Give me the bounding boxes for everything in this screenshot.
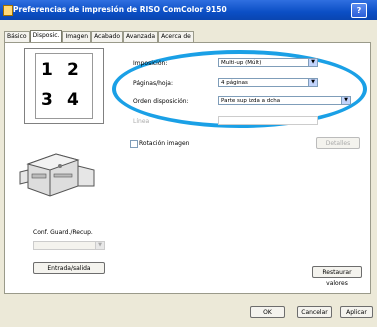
printer-illustration [19, 153, 95, 197]
layout-preview: 1 2 3 4 [24, 48, 104, 124]
pages-per-sheet-value: 4 páginas [221, 80, 248, 86]
import-export-button[interactable]: Entrada/salida [33, 262, 105, 274]
config-save-load-label: Conf. Guard./Recup. [33, 229, 93, 236]
tab-layout[interactable]: Disposic. [29, 30, 63, 42]
preview-page: 1 2 3 4 [35, 53, 93, 119]
tab-about[interactable]: Acerca de [158, 31, 194, 42]
preview-number-4: 4 [67, 90, 79, 110]
imposition-label: Imposición: [133, 60, 168, 67]
ok-button[interactable]: OK [250, 306, 285, 318]
pages-per-sheet-select[interactable]: 4 páginas ▼ [218, 78, 318, 87]
title-bar: Preferencias de impresión de RISO ComCol… [0, 0, 377, 20]
tab-advanced[interactable]: Avanzada [123, 31, 159, 42]
help-button[interactable]: ? [351, 3, 367, 18]
printer-preferences-dialog: Preferencias de impresión de RISO ComCol… [0, 0, 377, 327]
chevron-down-icon: ▼ [95, 242, 104, 249]
printer-icon [3, 5, 13, 16]
preview-number-2: 2 [67, 60, 79, 80]
layout-order-select[interactable]: Parte sup izda a dcha ▼ [218, 96, 351, 105]
chevron-down-icon: ▼ [308, 59, 317, 66]
tab-basic[interactable]: Básico [4, 31, 30, 42]
preview-number-1: 1 [41, 60, 53, 80]
rotate-image-checkbox[interactable] [130, 140, 138, 148]
chevron-down-icon: ▼ [308, 79, 317, 86]
tab-strip: Básico Disposic. Imagen Acabado Avanzada… [4, 30, 194, 42]
chevron-down-icon: ▼ [341, 97, 350, 104]
border-line-select[interactable] [218, 116, 318, 125]
config-select[interactable]: ▼ [33, 241, 105, 250]
layout-order-label: Orden disposición: [133, 98, 189, 105]
window-title: Preferencias de impresión de RISO ComCol… [13, 5, 227, 14]
imposition-value: Multi-up (Múlt) [221, 60, 262, 66]
details-button[interactable]: Detalles [316, 137, 360, 149]
tab-image[interactable]: Imagen [62, 31, 92, 42]
restore-defaults-button[interactable]: Restaurar valores [312, 266, 362, 287]
rotate-image-label: Rotación imagen [139, 140, 190, 147]
tab-finishing[interactable]: Acabado [91, 31, 124, 42]
apply-button[interactable]: Aplicar [340, 306, 373, 318]
imposition-select[interactable]: Multi-up (Múlt) ▼ [218, 58, 318, 67]
preview-number-3: 3 [41, 90, 53, 110]
pages-per-sheet-label: Páginas/hoja: [133, 80, 173, 87]
layout-order-value: Parte sup izda a dcha [221, 98, 281, 104]
border-line-label: Línea [133, 118, 150, 125]
cancel-button[interactable]: Cancelar [297, 306, 332, 318]
